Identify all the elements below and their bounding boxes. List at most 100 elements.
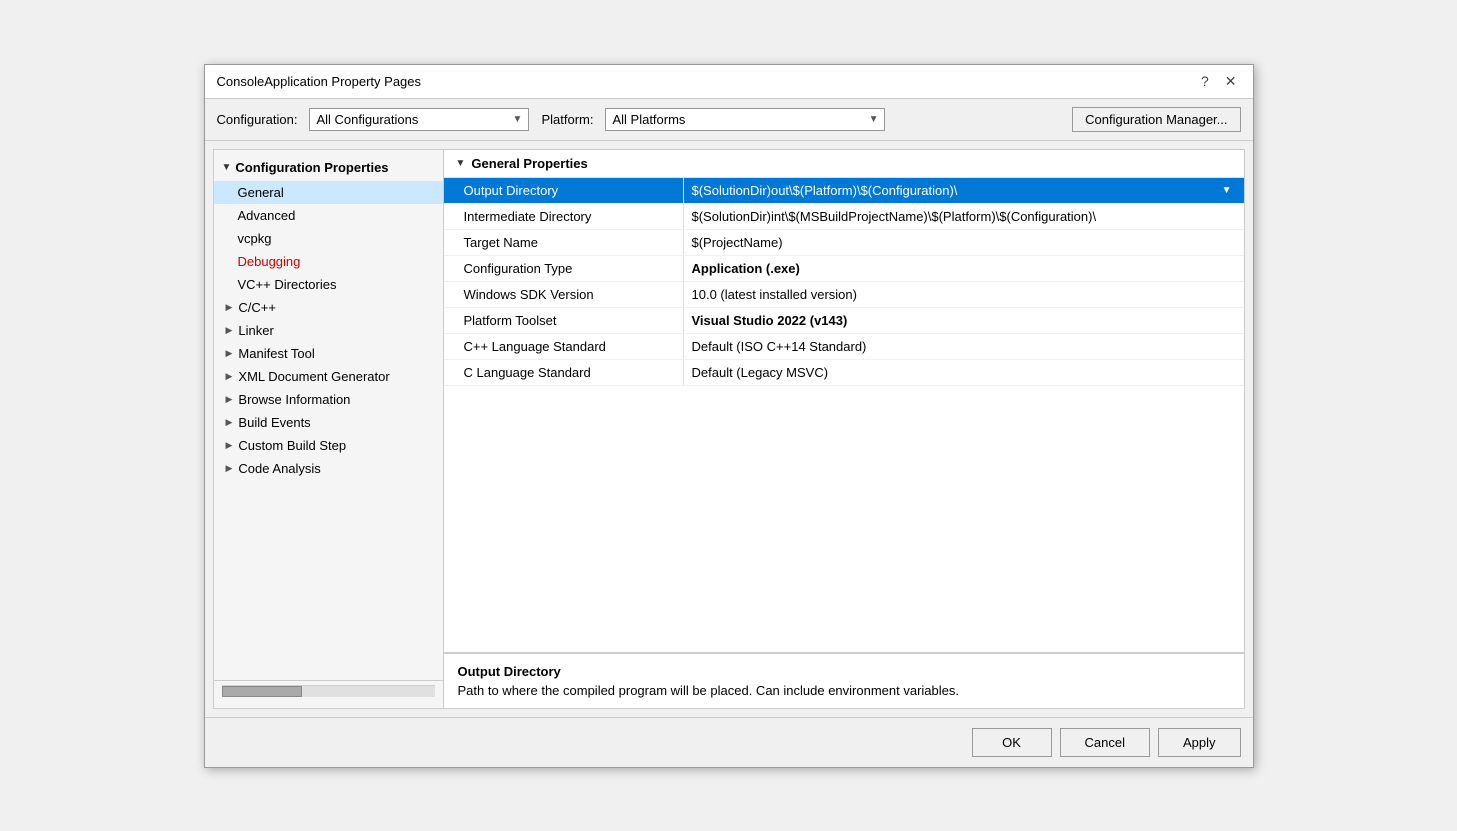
property-value: $(SolutionDir)int\$(MSBuildProjectName)\… — [684, 204, 1244, 229]
sidebar-item-manifest-tool[interactable]: ▶ Manifest Tool — [214, 342, 443, 365]
sidebar-items-container: General Advanced vcpkg Debugging VC++ Direct… — [214, 181, 443, 480]
expand-arrow-icon: ▶ — [226, 463, 233, 474]
property-row-platform-toolset[interactable]: Platform Toolset Visual Studio 2022 (v143… — [444, 308, 1244, 334]
close-button[interactable]: ✕ — [1221, 73, 1241, 90]
expand-arrow-icon: ▶ — [226, 371, 233, 382]
sidebar-collapse-arrow: ▼ — [222, 162, 232, 173]
cancel-button[interactable]: Cancel — [1060, 728, 1150, 757]
sidebar-item-label: Build Events — [238, 415, 310, 430]
property-value: Application (.exe) — [684, 256, 1244, 281]
description-title: Output Directory — [458, 664, 1230, 679]
sidebar-header: ▼ Configuration Properties — [214, 154, 443, 181]
sidebar-item-label: Linker — [238, 323, 273, 338]
property-value: Visual Studio 2022 (v143) — [684, 308, 1244, 333]
sidebar-item-label: VC++ Directories — [238, 277, 337, 292]
sidebar-item-general[interactable]: General — [214, 181, 443, 204]
property-value-text: Visual Studio 2022 (v143) — [692, 313, 848, 328]
ok-button[interactable]: OK — [972, 728, 1052, 757]
sidebar-item-vc---directories[interactable]: VC++ Directories — [214, 273, 443, 296]
sidebar-item-label: Code Analysis — [238, 461, 320, 476]
property-value-text: Default (Legacy MSVC) — [692, 365, 829, 380]
sidebar-item-build-events[interactable]: ▶ Build Events — [214, 411, 443, 434]
property-value-text: $(SolutionDir)int\$(MSBuildProjectName)\… — [692, 209, 1097, 224]
property-pages-dialog: ConsoleApplication Property Pages ? ✕ Co… — [204, 64, 1254, 768]
property-name: Platform Toolset — [444, 308, 684, 333]
sidebar-item-browse-information[interactable]: ▶ Browse Information — [214, 388, 443, 411]
property-row-windows-sdk-version[interactable]: Windows SDK Version 10.0 (latest installe… — [444, 282, 1244, 308]
sidebar-item-label: C/C++ — [238, 300, 276, 315]
configuration-manager-button[interactable]: Configuration Manager... — [1072, 107, 1240, 132]
property-row-target-name[interactable]: Target Name $(ProjectName) — [444, 230, 1244, 256]
expand-arrow-icon: ▶ — [226, 394, 233, 405]
sidebar-header-label: Configuration Properties — [235, 160, 388, 175]
sidebar-item-label: General — [238, 185, 284, 200]
property-name: Configuration Type — [444, 256, 684, 281]
sidebar-item-label: vcpkg — [238, 231, 272, 246]
dialog-title: ConsoleApplication Property Pages — [217, 74, 422, 89]
sidebar-item-xml-document-generator[interactable]: ▶ XML Document Generator — [214, 365, 443, 388]
title-bar: ConsoleApplication Property Pages ? ✕ — [205, 65, 1253, 99]
property-value-text: 10.0 (latest installed version) — [692, 287, 857, 302]
sidebar-item-label: Advanced — [238, 208, 296, 223]
title-bar-controls: ? ✕ — [1197, 73, 1241, 90]
sidebar-item-label: Manifest Tool — [238, 346, 314, 361]
sidebar-item-advanced[interactable]: Advanced — [214, 204, 443, 227]
property-value: $(SolutionDir)out\$(Platform)\$(Configur… — [684, 178, 1244, 203]
platform-label: Platform: — [541, 112, 593, 127]
main-content: ▼ Configuration Properties General Advanc… — [213, 149, 1245, 709]
expand-arrow-icon: ▶ — [226, 302, 233, 313]
sidebar-item-vcpkg[interactable]: vcpkg — [214, 227, 443, 250]
property-row-intermediate-directory[interactable]: Intermediate Directory $(SolutionDir)int\… — [444, 204, 1244, 230]
property-value-text: $(ProjectName) — [692, 235, 783, 250]
sidebar-item-linker[interactable]: ▶ Linker — [214, 319, 443, 342]
property-row-configuration-type[interactable]: Configuration Type Application (.exe) — [444, 256, 1244, 282]
sidebar-scrollbar-thumb[interactable] — [222, 686, 302, 697]
apply-button[interactable]: Apply — [1158, 728, 1241, 757]
property-name: C++ Language Standard — [444, 334, 684, 359]
property-name: Windows SDK Version — [444, 282, 684, 307]
properties-panel: ▼ General Properties Output Directory$(S… — [444, 150, 1244, 708]
platform-dropdown[interactable]: All Platforms ▼ — [605, 108, 885, 131]
section-collapse-arrow: ▼ — [456, 158, 466, 169]
property-value-text: Default (ISO C++14 Standard) — [692, 339, 867, 354]
configuration-dropdown-arrow: ▼ — [513, 114, 523, 125]
expand-arrow-icon: ▶ — [226, 440, 233, 451]
description-text: Path to where the compiled program will … — [458, 683, 1230, 698]
property-value: $(ProjectName) — [684, 230, 1244, 255]
section-header-label: General Properties — [471, 156, 587, 171]
sidebar-item-code-analysis[interactable]: ▶ Code Analysis — [214, 457, 443, 480]
sidebar-item-label: Debugging — [238, 254, 301, 269]
platform-value: All Platforms — [612, 112, 685, 127]
sidebar: ▼ Configuration Properties General Advanc… — [214, 150, 444, 708]
sidebar-scrollbar-area — [214, 680, 443, 701]
expand-arrow-icon: ▶ — [226, 325, 233, 336]
properties-rows-container: Output Directory$(SolutionDir)out\$(Plat… — [444, 178, 1244, 652]
property-row-c-language-standard[interactable]: C Language Standard Default (Legacy MSVC) — [444, 360, 1244, 386]
expand-arrow-icon: ▶ — [226, 417, 233, 428]
sidebar-scrollbar[interactable] — [222, 685, 435, 697]
property-value-text: $(SolutionDir)out\$(Platform)\$(Configur… — [692, 183, 958, 198]
sidebar-item-label: XML Document Generator — [238, 369, 389, 384]
section-header: ▼ General Properties — [444, 150, 1244, 178]
configuration-dropdown[interactable]: All Configurations ▼ — [309, 108, 529, 131]
description-panel: Output Directory Path to where the compi… — [444, 652, 1244, 708]
property-value-text: Application (.exe) — [692, 261, 800, 276]
property-row-output-directory[interactable]: Output Directory$(SolutionDir)out\$(Plat… — [444, 178, 1244, 204]
property-name: Target Name — [444, 230, 684, 255]
configuration-label: Configuration: — [217, 112, 298, 127]
sidebar-item-c-c--[interactable]: ▶ C/C++ — [214, 296, 443, 319]
sidebar-item-debugging[interactable]: Debugging — [214, 250, 443, 273]
expand-arrow-icon: ▶ — [226, 348, 233, 359]
sidebar-item-label: Custom Build Step — [238, 438, 346, 453]
property-name: Intermediate Directory — [444, 204, 684, 229]
property-value: 10.0 (latest installed version) — [684, 282, 1244, 307]
config-row: Configuration: All Configurations ▼ Plat… — [205, 99, 1253, 141]
property-row-c---language-standard[interactable]: C++ Language Standard Default (ISO C++14 … — [444, 334, 1244, 360]
sidebar-item-custom-build-step[interactable]: ▶ Custom Build Step — [214, 434, 443, 457]
sidebar-item-label: Browse Information — [238, 392, 350, 407]
property-name: C Language Standard — [444, 360, 684, 385]
property-dropdown-icon[interactable]: ▼ — [1218, 185, 1236, 196]
help-button[interactable]: ? — [1197, 73, 1213, 89]
property-value: Default (Legacy MSVC) — [684, 360, 1244, 385]
bottom-buttons: OK Cancel Apply — [205, 717, 1253, 767]
